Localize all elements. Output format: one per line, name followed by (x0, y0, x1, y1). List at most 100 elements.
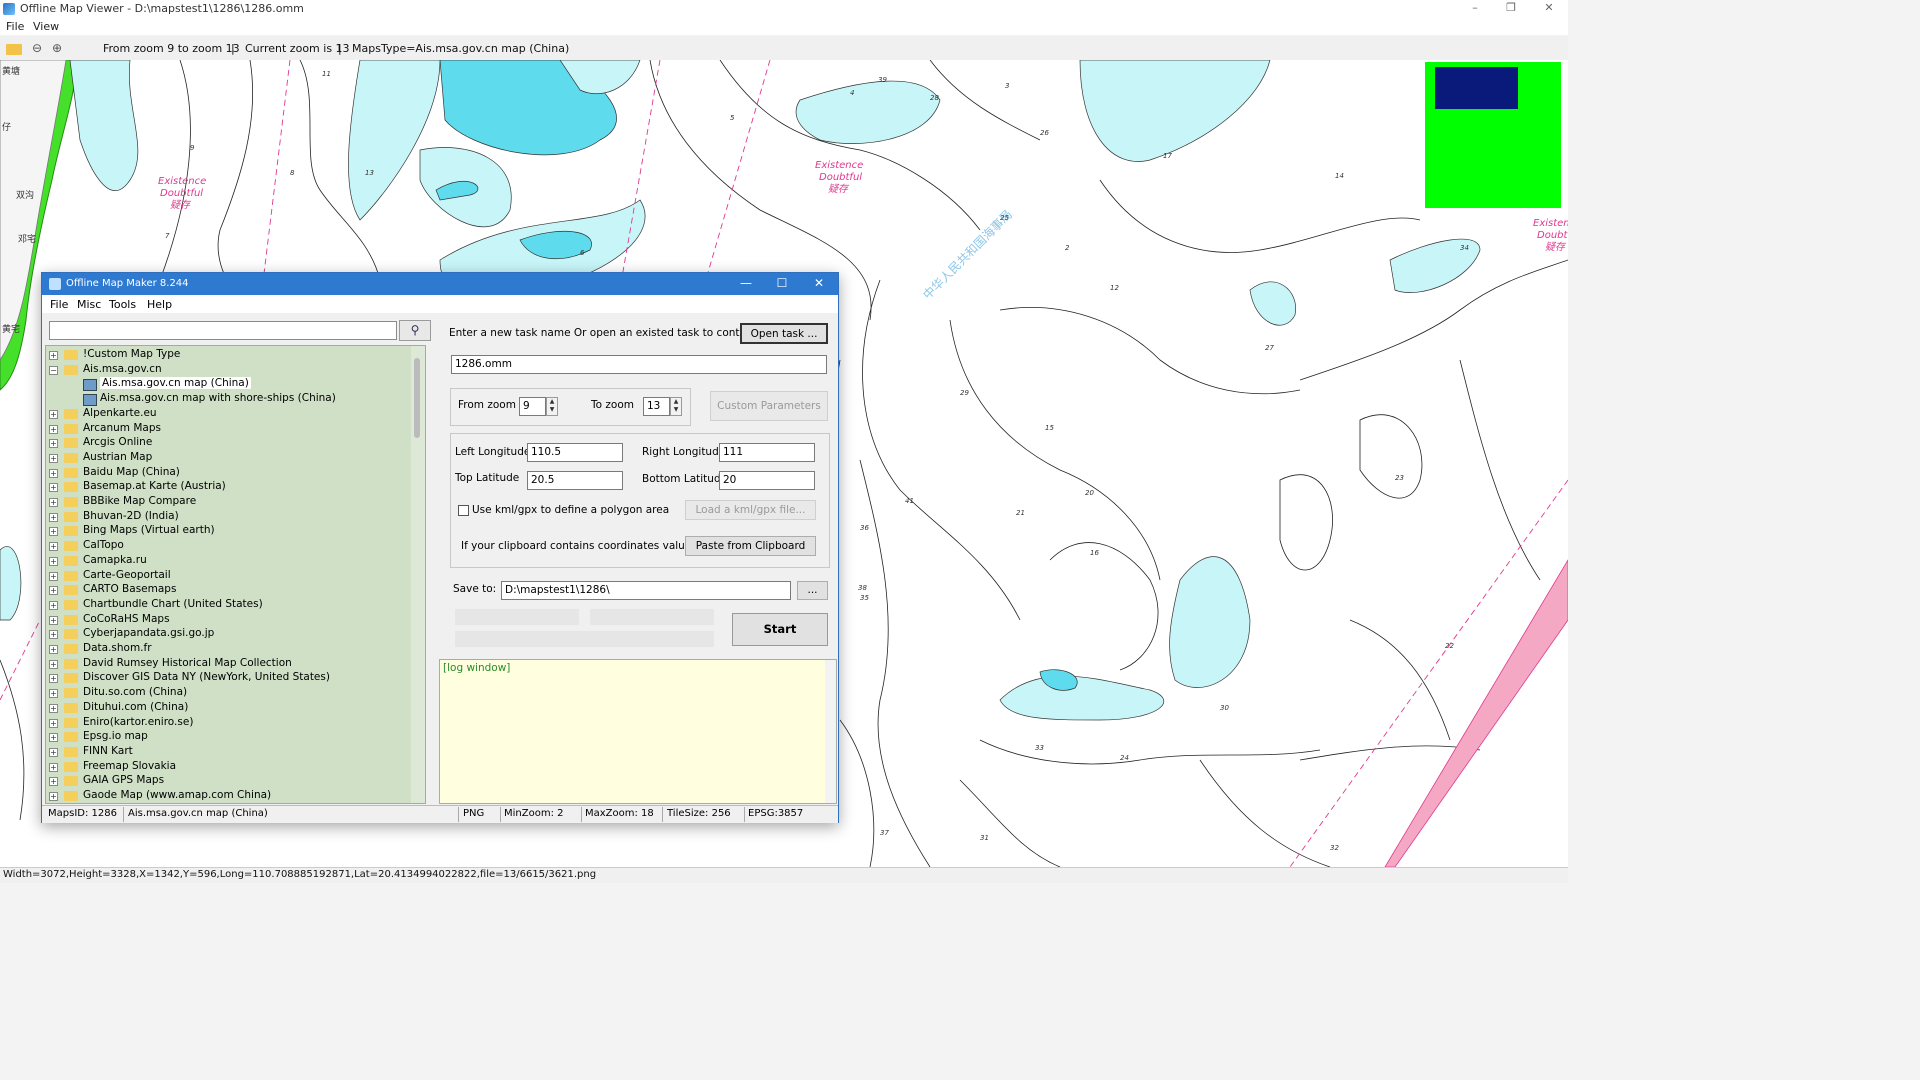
expand-icon[interactable]: + (49, 571, 58, 581)
expand-icon[interactable]: + (49, 718, 58, 728)
tree-scrollbar[interactable] (411, 346, 425, 803)
task-name-input[interactable]: 1286.omm (451, 355, 827, 374)
expand-icon[interactable]: + (49, 645, 58, 654)
expand-icon[interactable]: + (49, 630, 58, 640)
tree-item[interactable]: + GAIA GPS Maps (49, 774, 409, 789)
expand-icon[interactable]: + (49, 556, 58, 566)
open-task-button[interactable]: Open task ... (740, 323, 828, 344)
tree-item[interactable]: + Bhuvan-2D (India) (49, 510, 409, 525)
tree-item[interactable]: + Austrian Map (49, 451, 409, 466)
dialog-menu-misc[interactable]: Misc (77, 298, 101, 311)
expand-icon[interactable]: + (49, 439, 58, 449)
tree-item[interactable]: + FINN Kart (49, 745, 409, 760)
tree-item[interactable]: + CoCoRaHS Maps (49, 613, 409, 628)
expand-icon[interactable]: + (49, 542, 58, 552)
tree-item[interactable]: + Baidu Map (China) (49, 466, 409, 481)
menu-view[interactable]: View (33, 20, 59, 33)
expand-icon[interactable]: + (49, 409, 58, 419)
tree-item[interactable]: + David Rumsey Historical Map Collection (49, 657, 409, 672)
expand-icon[interactable]: + (49, 468, 58, 478)
dialog-menu-tools[interactable]: Tools (109, 298, 136, 311)
map-type-search-input[interactable] (49, 321, 397, 340)
dialog-close-button[interactable]: ✕ (809, 276, 829, 290)
from-zoom-stepper[interactable]: ▲ ▼ (546, 397, 558, 416)
custom-parameters-button[interactable]: Custom Parameters (710, 391, 828, 421)
minimize-button[interactable]: – (1460, 1, 1490, 14)
log-scrollbar[interactable] (825, 660, 836, 803)
tree-item[interactable]: + Ditu.so.com (China) (49, 686, 409, 701)
tree-item[interactable]: + Discover GIS Data NY (NewYork, United S… (49, 671, 409, 686)
tree-item[interactable]: + Camapka.ru (49, 554, 409, 569)
map-type-tree[interactable]: + !Custom Map Type − Ais.msa.gov.cn Ais.msa.… (45, 345, 426, 804)
load-kml-button[interactable]: Load a kml/gpx file... (685, 500, 816, 520)
expand-icon[interactable]: + (49, 777, 58, 787)
expand-icon[interactable]: + (49, 424, 58, 434)
right-longitude-input[interactable]: 111 (719, 443, 815, 462)
tree-item[interactable]: + CARTO Basemaps (49, 583, 409, 598)
log-window[interactable]: [log window] (439, 659, 837, 804)
zoom-in-icon[interactable]: ⊕ (49, 40, 65, 56)
expand-icon[interactable]: + (49, 747, 58, 757)
close-button[interactable]: ✕ (1534, 1, 1564, 14)
tree-item[interactable]: Ais.msa.gov.cn map with shore-ships (Chi… (49, 392, 409, 407)
bottom-latitude-input[interactable]: 20 (719, 471, 815, 490)
expand-icon[interactable]: + (49, 600, 58, 610)
zoom-out-icon[interactable]: ⊖ (29, 40, 45, 56)
expand-icon[interactable]: + (49, 498, 58, 507)
tree-item[interactable]: + !Custom Map Type (49, 348, 409, 363)
expand-icon[interactable]: + (49, 792, 58, 801)
expand-icon[interactable]: + (49, 674, 58, 684)
tree-item[interactable]: + Alpenkarte.eu (49, 407, 409, 422)
left-longitude-input[interactable]: 110.5 (527, 443, 623, 462)
menu-file[interactable]: File (6, 20, 24, 33)
tree-item[interactable]: + Chartbundle Chart (United States) (49, 598, 409, 613)
expand-icon[interactable]: + (49, 733, 58, 743)
dialog-maximize-button[interactable]: ☐ (772, 276, 792, 290)
tree-item[interactable]: + Arcgis Online (49, 436, 409, 451)
dialog-title-bar[interactable]: Offline Map Maker 8.244 — ☐ ✕ (42, 273, 838, 295)
expand-icon[interactable]: + (49, 615, 58, 625)
to-zoom-input[interactable]: 13 (643, 397, 670, 416)
tree-item[interactable]: + Cyberjapandata.gsi.go.jp (49, 627, 409, 642)
expand-icon[interactable]: + (49, 351, 58, 360)
expand-icon[interactable]: + (49, 586, 58, 596)
top-latitude-input[interactable]: 20.5 (527, 471, 623, 490)
expand-icon[interactable]: + (49, 762, 58, 772)
tree-item[interactable]: + BBBike Map Compare (49, 495, 409, 510)
maximize-button[interactable]: ❐ (1496, 1, 1526, 14)
tree-scroll-thumb[interactable] (414, 358, 420, 438)
expand-icon[interactable]: + (49, 527, 58, 537)
browse-button[interactable]: ... (797, 581, 828, 600)
from-zoom-input[interactable]: 9 (519, 397, 546, 416)
dialog-menu-help[interactable]: Help (147, 298, 172, 311)
tree-item[interactable]: − Ais.msa.gov.cn (49, 363, 409, 378)
expand-icon[interactable]: + (49, 703, 58, 713)
tree-item[interactable]: + Gaode Map (www.amap.com China) (49, 789, 409, 803)
use-kml-checkbox[interactable] (458, 505, 469, 516)
expand-icon[interactable]: + (49, 659, 58, 669)
tree-item[interactable]: + Dituhui.com (China) (49, 701, 409, 716)
tree-item[interactable]: + Freemap Slovakia (49, 760, 409, 775)
start-button[interactable]: Start (732, 613, 828, 646)
dialog-menu-file[interactable]: File (50, 298, 68, 311)
open-folder-icon[interactable] (6, 44, 22, 55)
tree-item[interactable]: + Bing Maps (Virtual earth) (49, 524, 409, 539)
tree-item[interactable]: Ais.msa.gov.cn map (China) (49, 377, 409, 392)
search-button[interactable]: ⚲ (399, 320, 431, 341)
expand-icon[interactable]: + (49, 453, 58, 463)
expand-icon[interactable]: + (49, 689, 58, 699)
tree-item[interactable]: + Data.shom.fr (49, 642, 409, 657)
tree-item[interactable]: + Eniro(kartor.eniro.se) (49, 716, 409, 731)
tree-item[interactable]: + Basemap.at Karte (Austria) (49, 480, 409, 495)
tree-item[interactable]: + Epsg.io map (49, 730, 409, 745)
tree-item[interactable]: + Arcanum Maps (49, 422, 409, 437)
expand-icon[interactable]: + (49, 483, 58, 493)
save-to-input[interactable]: D:\mapstest1\1286\ (501, 581, 791, 600)
dialog-minimize-button[interactable]: — (736, 276, 756, 290)
tree-item[interactable]: + CalTopo (49, 539, 409, 554)
tree-item[interactable]: + Carte-Geoportail (49, 569, 409, 584)
expand-icon[interactable]: + (49, 512, 58, 522)
to-zoom-stepper[interactable]: ▲ ▼ (670, 397, 682, 416)
collapse-icon[interactable]: − (49, 365, 58, 375)
paste-clipboard-button[interactable]: Paste from Clipboard (685, 536, 816, 556)
